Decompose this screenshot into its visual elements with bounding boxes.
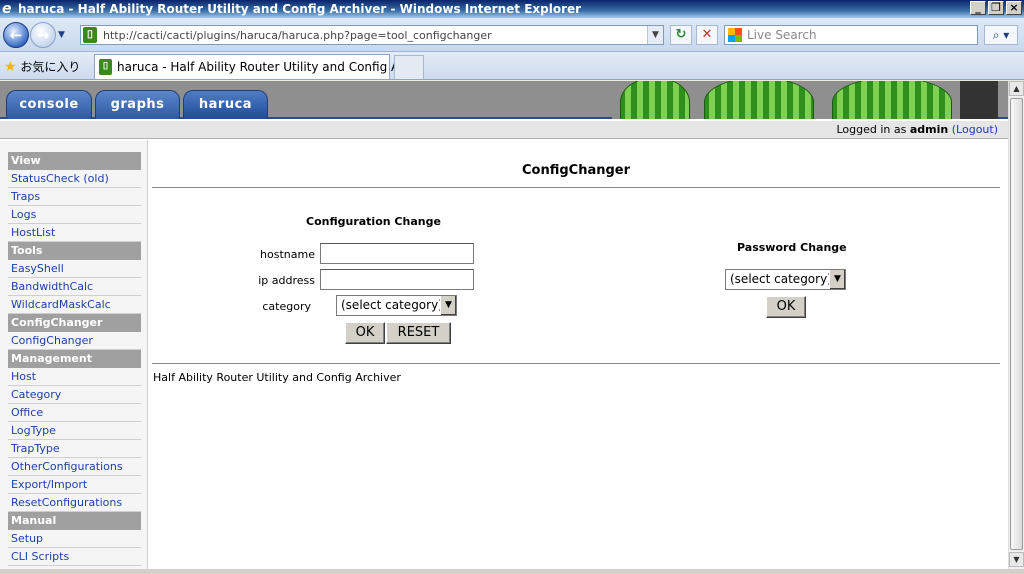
scroll-up-icon[interactable]: ▲: [1009, 81, 1024, 96]
hostname-label: hostname: [260, 248, 315, 261]
reset-button[interactable]: RESET: [386, 322, 451, 344]
vertical-scrollbar[interactable]: ▲ ▼: [1008, 81, 1024, 569]
password-category-select-value: (select category): [730, 272, 832, 286]
scroll-down-icon[interactable]: ▼: [1009, 552, 1024, 567]
page-title: ConfigChanger: [521, 163, 631, 178]
sidebar-item-logtype[interactable]: LogType: [8, 422, 141, 440]
address-bar[interactable]: ⌷ http://cacti/cacti/plugins/haruca/haru…: [80, 25, 664, 45]
favorites-button[interactable]: ★ お気に入り: [4, 58, 80, 75]
cacti-banner-image: [612, 81, 998, 119]
sidebar-item-hostlist[interactable]: HostList: [8, 224, 141, 242]
nav-group-tools: Tools: [8, 242, 141, 260]
ip-address-label: ip address: [258, 274, 315, 287]
nav-group-configchanger: ConfigChanger: [8, 314, 141, 332]
address-dropdown-icon[interactable]: ▼: [647, 26, 663, 44]
sidebar-item-otherconfigurations[interactable]: OtherConfigurations: [8, 458, 141, 476]
sidebar-item-logs[interactable]: Logs: [8, 206, 141, 224]
sidebar-item-setup[interactable]: Setup: [8, 530, 141, 548]
minimize-button[interactable]: _: [970, 1, 986, 15]
tab-haruca[interactable]: haruca: [183, 90, 268, 119]
browser-tab-title: haruca - Half Ability Router Utility and…: [117, 60, 422, 74]
search-button[interactable]: ⌕ ▾: [984, 25, 1018, 45]
category-select[interactable]: (select category) ▼: [336, 295, 457, 316]
refresh-icon[interactable]: ↻: [670, 25, 692, 45]
password-change-heading: Password Change: [737, 241, 847, 254]
sidebar-item-office[interactable]: Office: [8, 404, 141, 422]
search-placeholder: Live Search: [747, 28, 817, 42]
sidebar-item-bandwidthcalc[interactable]: BandwidthCalc: [8, 278, 141, 296]
back-button[interactable]: ←: [3, 22, 29, 48]
login-prefix: Logged in as: [836, 123, 907, 136]
config-change-heading: Configuration Change: [306, 215, 441, 228]
sidebar-item-statuscheck[interactable]: StatusCheck (old): [8, 170, 141, 188]
category-label: category: [262, 300, 311, 313]
password-category-select[interactable]: (select category) ▼: [725, 269, 846, 290]
sidebar-item-traps[interactable]: Traps: [8, 188, 141, 206]
page-content: console graphs haruca Logged in as admin…: [0, 81, 1008, 569]
chevron-down-icon: ▼: [440, 296, 456, 315]
password-ok-button[interactable]: OK: [766, 296, 806, 318]
sidebar-item-wildcardmaskcalc[interactable]: WildcardMaskCalc: [8, 296, 141, 314]
history-dropdown-icon[interactable]: ▼: [58, 30, 65, 40]
browser-tab-haruca[interactable]: ⌷ haruca - Half Ability Router Utility a…: [94, 54, 422, 79]
sidebar-item-export-import[interactable]: Export/Import: [8, 476, 141, 494]
sidebar-item-category[interactable]: Category: [8, 386, 141, 404]
sidebar-item-resetconfigurations[interactable]: ResetConfigurations: [8, 494, 141, 512]
browser-navbar: ← → ▼ ⌷ http://cacti/cacti/plugins/haruc…: [0, 18, 1024, 52]
sidebar-item-traptype[interactable]: TrapType: [8, 440, 141, 458]
divider: [152, 363, 1000, 364]
sidebar-item-configchanger[interactable]: ConfigChanger: [8, 332, 141, 350]
forward-button[interactable]: →: [30, 22, 56, 48]
ie-icon: e: [2, 1, 12, 17]
sidebar-item-cli-scripts[interactable]: CLI Scripts: [8, 548, 141, 566]
cacti-header: console graphs haruca: [0, 81, 1008, 119]
ok-button[interactable]: OK: [345, 322, 385, 344]
category-select-value: (select category): [341, 298, 443, 312]
favorites-star-icon: ★: [4, 59, 17, 75]
sidebar: View StatusCheck (old) Traps Logs HostLi…: [0, 140, 148, 569]
footer-text: Half Ability Router Utility and Config A…: [153, 371, 401, 384]
nav-group-management: Management: [8, 350, 141, 368]
divider: [152, 187, 1000, 188]
search-field[interactable]: Live Search: [724, 25, 978, 45]
browser-tabbar: ★ お気に入り ⌷ haruca - Half Ability Router U…: [0, 52, 1024, 80]
hostname-input[interactable]: [320, 243, 474, 264]
login-user: admin: [909, 123, 949, 136]
address-url[interactable]: http://cacti/cacti/plugins/haruca/haruca…: [103, 29, 492, 42]
close-button[interactable]: ×: [1006, 1, 1022, 15]
sidebar-item-easyshell[interactable]: EasyShell: [8, 260, 141, 278]
status-bar: [0, 569, 1024, 574]
tab-console[interactable]: console: [6, 90, 92, 119]
sidebar-item-host[interactable]: Host: [8, 368, 141, 386]
tab-graphs[interactable]: graphs: [95, 90, 180, 119]
cacti-favicon-icon: ⌷: [83, 27, 97, 43]
live-search-logo-icon: [728, 28, 742, 42]
login-bar: Logged in as admin (Logout): [0, 121, 1008, 139]
new-tab-button[interactable]: [394, 55, 424, 79]
stop-icon[interactable]: ✕: [696, 25, 718, 45]
maximize-button[interactable]: ❐: [988, 1, 1004, 15]
nav-group-manual: Manual: [8, 512, 141, 530]
window-title: haruca - Half Ability Router Utility and…: [18, 2, 582, 16]
cacti-tab-favicon-icon: ⌷: [99, 59, 112, 75]
nav-group-view: View: [8, 152, 141, 170]
ip-address-input[interactable]: [320, 269, 474, 290]
chevron-down-icon: ▼: [829, 270, 845, 289]
favorites-label: お気に入り: [20, 60, 81, 74]
scroll-thumb[interactable]: [1010, 98, 1023, 550]
window-titlebar: e haruca - Half Ability Router Utility a…: [0, 0, 1024, 18]
logout-link[interactable]: (Logout): [952, 123, 998, 136]
